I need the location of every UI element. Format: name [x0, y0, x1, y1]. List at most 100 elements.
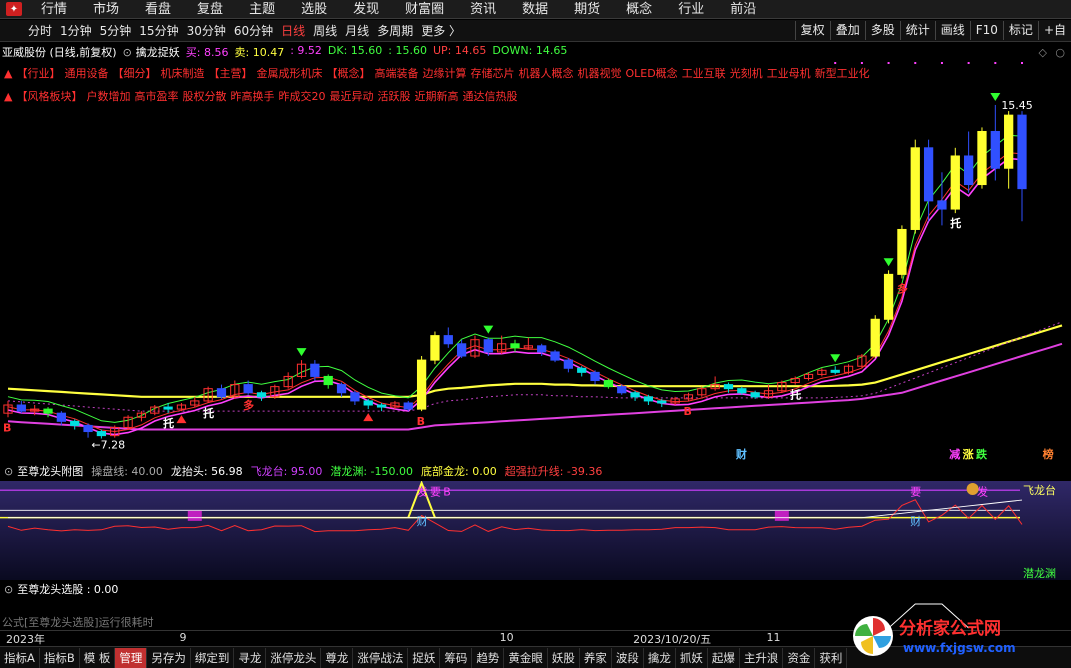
candle[interactable] — [443, 335, 453, 345]
candle[interactable] — [376, 404, 387, 408]
candle[interactable] — [937, 200, 947, 210]
candle[interactable] — [83, 424, 93, 433]
candle[interactable] — [590, 371, 600, 382]
candle[interactable] — [563, 359, 574, 369]
candle[interactable] — [990, 130, 1000, 169]
candle[interactable] — [883, 273, 894, 320]
sub-chart-2-title[interactable]: 至尊龙头选股 : 0.00 — [17, 581, 118, 597]
bottom-tab-17[interactable]: 擒龙 — [644, 647, 676, 668]
bottom-tab-0[interactable]: 指标A — [0, 647, 40, 668]
period-tab-7[interactable]: 周线 — [309, 22, 341, 39]
bottom-tab-9[interactable]: 涨停战法 — [353, 647, 409, 668]
candle[interactable] — [963, 155, 974, 186]
candle[interactable] — [323, 375, 333, 386]
candle[interactable] — [910, 147, 920, 230]
candle[interactable] — [737, 388, 747, 394]
candle[interactable] — [897, 228, 907, 275]
tool-button-3[interactable]: 统计 — [899, 21, 935, 40]
menu-item-10[interactable]: 期货 — [561, 0, 613, 19]
period-tab-8[interactable]: 月线 — [341, 22, 373, 39]
bottom-tab-2[interactable]: 模 板 — [80, 647, 116, 668]
candle[interactable] — [70, 420, 80, 426]
menu-item-12[interactable]: 行业 — [665, 0, 717, 19]
candle[interactable] — [256, 392, 267, 398]
tool-button-6[interactable]: 标记 — [1002, 21, 1038, 40]
menu-item-1[interactable]: 市场 — [80, 0, 132, 19]
candle[interactable] — [870, 318, 880, 357]
candle[interactable] — [363, 400, 373, 406]
app-logo[interactable]: ✦ — [0, 0, 28, 19]
period-tab-10[interactable]: 更多 〉 — [417, 22, 465, 39]
period-tab-1[interactable]: 1分钟 — [56, 22, 96, 39]
main-kline-chart[interactable]: 15.45←7.28B 托托多BB托多托财减涨跌榜 — [0, 44, 1071, 462]
candle[interactable] — [1017, 114, 1027, 190]
sub-chart-toggle-icon[interactable]: ⊙ — [4, 583, 13, 596]
menu-item-3[interactable]: 复盘 — [184, 0, 236, 19]
candle[interactable] — [830, 369, 840, 373]
candle[interactable] — [163, 406, 173, 410]
candle[interactable] — [723, 384, 734, 390]
period-tab-4[interactable]: 30分钟 — [183, 22, 230, 39]
candle[interactable] — [603, 380, 614, 388]
candle[interactable] — [977, 130, 987, 186]
menu-item-4[interactable]: 主题 — [236, 0, 288, 19]
bottom-tab-3[interactable]: 管理 — [115, 647, 148, 668]
bottom-tab-15[interactable]: 养家 — [580, 647, 612, 668]
candle[interactable] — [456, 343, 467, 357]
candle[interactable] — [243, 384, 253, 394]
bottom-tab-7[interactable]: 涨停龙头 — [266, 647, 322, 668]
sub-chart-1-name[interactable]: 至尊龙头附图 — [17, 463, 83, 479]
period-tab-0[interactable]: 分时 — [24, 22, 56, 39]
bottom-tab-4[interactable]: 另存为 — [147, 647, 191, 668]
bottom-tab-22[interactable]: 获利 — [815, 647, 848, 668]
candle[interactable] — [950, 155, 960, 210]
period-tab-6[interactable]: 日线 — [277, 22, 309, 39]
candle[interactable] — [537, 345, 547, 353]
bottom-tab-10[interactable]: 捉妖 — [408, 647, 441, 668]
candle[interactable] — [336, 384, 347, 394]
bottom-tab-5[interactable]: 绑定到 — [191, 647, 235, 668]
menu-item-9[interactable]: 数据 — [509, 0, 561, 19]
bottom-tab-1[interactable]: 指标B — [40, 647, 80, 668]
candle[interactable] — [416, 359, 427, 410]
bottom-tab-13[interactable]: 黄金眼 — [504, 647, 548, 668]
sub-chart-1[interactable]: 发要 B财要财发 飞龙台潜龙渊 — [0, 481, 1071, 580]
period-tab-9[interactable]: 多周期 — [373, 22, 417, 39]
tool-button-2[interactable]: 多股 — [864, 21, 900, 40]
period-tab-2[interactable]: 5分钟 — [96, 22, 136, 39]
candle[interactable] — [750, 392, 760, 398]
candle[interactable] — [630, 392, 640, 398]
bottom-tab-11[interactable]: 筹码 — [440, 647, 473, 668]
bottom-tab-20[interactable]: 主升浪 — [740, 647, 784, 668]
menu-item-11[interactable]: 概念 — [613, 0, 665, 19]
candle[interactable] — [216, 388, 227, 398]
menu-item-8[interactable]: 资讯 — [457, 0, 509, 19]
menu-item-13[interactable]: 前沿 — [717, 0, 769, 19]
menu-item-5[interactable]: 选股 — [288, 0, 340, 19]
candle[interactable] — [350, 392, 360, 402]
candle[interactable] — [96, 431, 107, 437]
candle[interactable] — [43, 408, 53, 414]
candle[interactable] — [403, 402, 413, 410]
tool-button-5[interactable]: F10 — [969, 21, 1003, 40]
tool-button-4[interactable]: 画线 — [934, 21, 970, 40]
sub-chart-toggle-icon[interactable]: ⊙ — [4, 465, 13, 478]
bottom-tab-8[interactable]: 尊龙 — [321, 647, 354, 668]
tool-button-7[interactable]: +自 — [1037, 21, 1071, 40]
menu-item-7[interactable]: 财富圈 — [392, 0, 457, 19]
menu-item-0[interactable]: 行情 — [28, 0, 80, 19]
bottom-tab-14[interactable]: 妖股 — [548, 647, 580, 668]
bottom-tab-21[interactable]: 资金 — [783, 647, 816, 668]
candle[interactable] — [617, 386, 627, 394]
tool-button-1[interactable]: 叠加 — [829, 21, 865, 40]
candle[interactable] — [577, 367, 587, 373]
menu-item-2[interactable]: 看盘 — [132, 0, 184, 19]
menu-item-6[interactable]: 发现 — [340, 0, 392, 19]
bottom-tab-16[interactable]: 波段 — [612, 647, 644, 668]
tool-button-0[interactable]: 复权 — [794, 21, 830, 40]
bottom-tab-18[interactable]: 抓妖 — [676, 647, 708, 668]
period-tab-3[interactable]: 15分钟 — [135, 22, 182, 39]
period-tab-5[interactable]: 60分钟 — [230, 22, 277, 39]
candle[interactable] — [643, 396, 654, 402]
candle[interactable] — [430, 335, 440, 361]
